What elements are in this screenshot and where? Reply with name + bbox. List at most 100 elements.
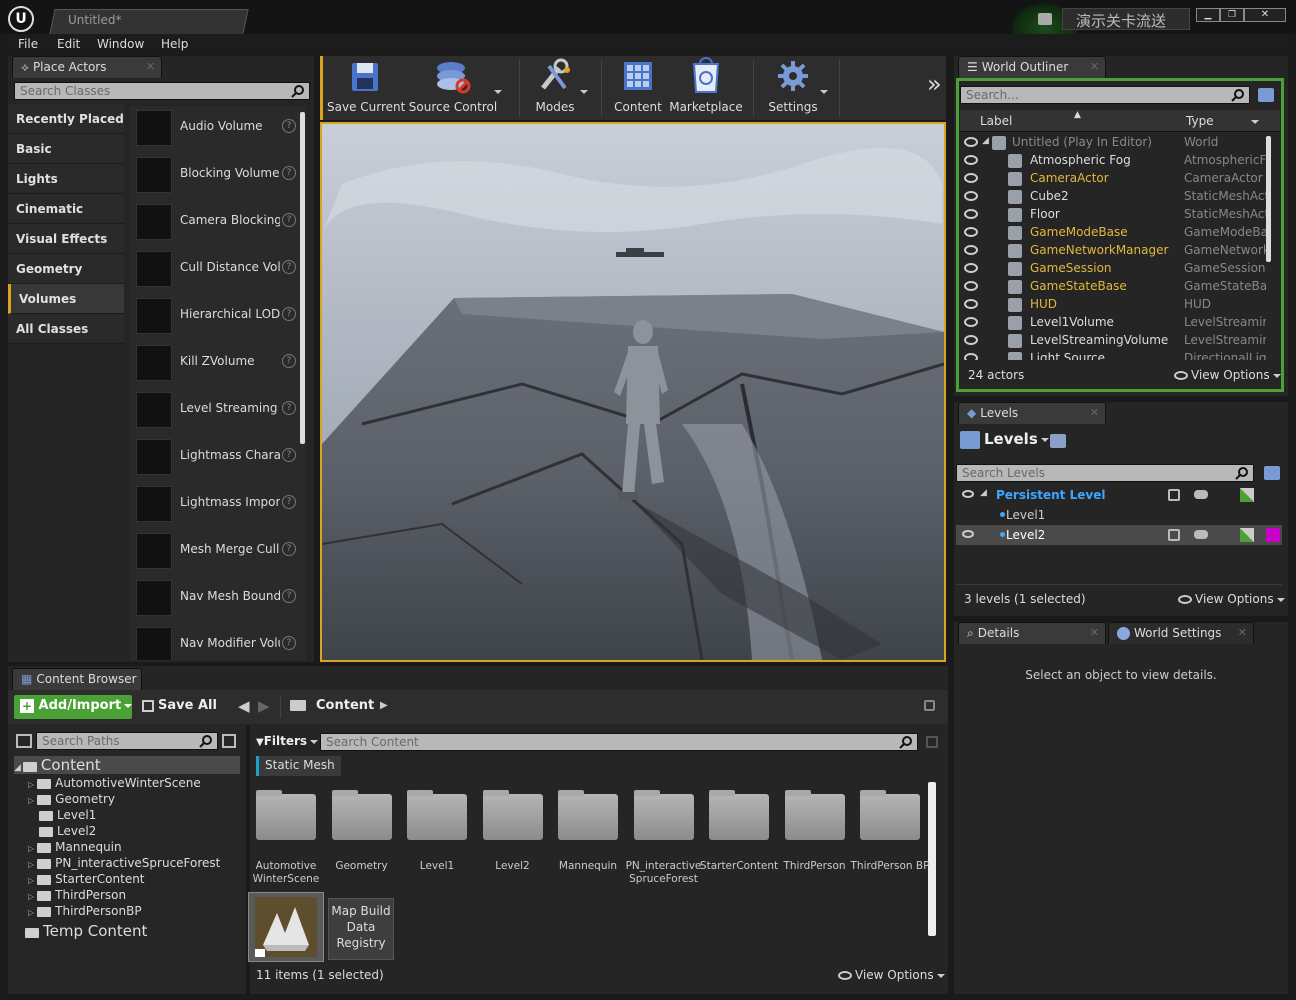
gamepad-icon[interactable] [1194, 530, 1208, 539]
path-tree-item[interactable]: ▷ ThirdPerson [28, 888, 126, 904]
outliner-scrollbar[interactable] [1266, 136, 1271, 262]
modes-button[interactable]: Modes [523, 56, 588, 118]
path-tree-item[interactable]: ▷ ThirdPersonBP [28, 904, 142, 920]
level-viewport[interactable] [320, 122, 946, 662]
breadcrumb-arrow-icon[interactable]: ▶ [380, 700, 388, 711]
save-all-button[interactable]: Save All [142, 698, 217, 713]
path-tree-item[interactable]: ◢ Content [14, 756, 240, 774]
path-tree-item[interactable]: ▷ Geometry [28, 792, 115, 808]
menu-window[interactable]: Window [97, 37, 144, 51]
expand-arrow-icon[interactable]: ▷ [28, 876, 34, 885]
path-tree-item[interactable]: Temp Content [14, 922, 147, 940]
back-arrow-icon[interactable]: ◀ [238, 697, 250, 715]
eye-icon[interactable] [964, 137, 978, 147]
close-icon[interactable]: ✕ [1238, 626, 1247, 639]
expand-arrow-icon[interactable]: ▷ [28, 892, 34, 901]
category-recently-placed[interactable]: Recently Placed [8, 104, 124, 134]
outliner-row[interactable]: GameModeBase GameModeBas [960, 224, 1266, 242]
levels-dropdown[interactable]: Levels [960, 430, 1049, 449]
color-pencil-icon[interactable] [1240, 488, 1254, 502]
help-icon[interactable]: ? [282, 260, 296, 274]
feedback-icon[interactable] [1038, 13, 1052, 25]
outliner-row[interactable]: Light Source DirectionalLigh [960, 350, 1266, 360]
chevron-down-icon[interactable] [1248, 114, 1259, 128]
outliner-search-input[interactable]: Search... [960, 86, 1250, 104]
outliner-row[interactable]: Cube2 StaticMeshActo [960, 188, 1266, 206]
path-tree-item[interactable]: ▷ Mannequin [28, 840, 122, 856]
menu-file[interactable]: File [18, 37, 38, 51]
eye-icon[interactable] [964, 299, 978, 309]
chevron-down-icon[interactable] [817, 84, 828, 98]
category-visual-effects[interactable]: Visual Effects [8, 224, 124, 254]
eye-icon[interactable] [964, 335, 978, 345]
gamepad-icon[interactable] [1194, 490, 1208, 499]
actor-class-item[interactable]: Camera Blocking? [130, 200, 298, 244]
expand-arrow-icon[interactable]: ▷ [28, 796, 34, 805]
actor-class-item[interactable]: Mesh Merge Culling? [130, 529, 298, 573]
outliner-row[interactable]: CameraActor CameraActor [960, 170, 1266, 188]
help-icon[interactable]: ? [282, 542, 296, 556]
search-paths-input[interactable]: Search Paths [36, 732, 218, 750]
levels-search-input[interactable]: Search Levels [956, 464, 1254, 482]
collapse-sources-icon[interactable] [16, 734, 32, 748]
levels-view-options[interactable]: View Options [1178, 592, 1285, 606]
outliner-row[interactable]: Floor StaticMeshActo [960, 206, 1266, 224]
actor-class-item[interactable]: Kill ZVolume? [130, 341, 298, 385]
tab-content-browser[interactable]: ▦ Content Browser [12, 668, 142, 690]
close-icon[interactable]: ✕ [146, 60, 155, 73]
chevron-down-icon[interactable] [577, 84, 588, 98]
category-all-classes[interactable]: All Classes [8, 314, 124, 344]
eye-icon[interactable] [964, 317, 978, 327]
outliner-view-options[interactable]: View Options [1174, 368, 1281, 382]
eye-icon[interactable] [964, 173, 978, 183]
level-row-level2[interactable]: Level2 [956, 525, 1282, 545]
actor-class-item[interactable]: Cull Distance Vol? [130, 247, 298, 291]
outliner-row[interactable]: ◢ Untitled (Play In Editor) World [960, 134, 1266, 152]
help-icon[interactable]: ? [282, 307, 296, 321]
content-folder-tile[interactable]: Level1 [401, 790, 473, 886]
help-icon[interactable]: ? [282, 636, 296, 650]
menu-edit[interactable]: Edit [57, 37, 80, 51]
tab-levels[interactable]: ◆ Levels ✕ [958, 402, 1106, 424]
close-icon[interactable]: ✕ [1090, 626, 1099, 639]
actor-class-item[interactable]: Audio Volume? [130, 106, 298, 150]
close-icon[interactable]: ✕ [1090, 60, 1099, 73]
chevron-down-icon[interactable] [491, 84, 502, 98]
close-icon[interactable]: ✕ [1090, 406, 1099, 419]
help-icon[interactable]: ? [282, 119, 296, 133]
path-tree-item[interactable]: ▷ StarterContent [28, 872, 145, 888]
search-content-input[interactable]: Search Content [320, 733, 918, 751]
tab-world-outliner[interactable]: ☰ World Outliner ✕ [958, 56, 1106, 78]
expand-arrow-icon[interactable]: ▷ [28, 844, 34, 853]
help-icon[interactable]: ? [282, 448, 296, 462]
expand-arrow-icon[interactable]: ▷ [28, 780, 34, 789]
add-level-icon[interactable] [1264, 466, 1280, 480]
save-search-icon[interactable] [926, 736, 938, 748]
breadcrumb[interactable]: Content [316, 698, 374, 713]
path-tree-item[interactable]: Level1 [28, 808, 96, 824]
actor-class-item[interactable]: Blocking Volume? [130, 153, 298, 197]
content-folder-tile[interactable]: StarterContent [700, 790, 778, 886]
actor-class-item[interactable]: Lightmass Chara? [130, 435, 298, 479]
close-button[interactable]: ✕ [1244, 8, 1286, 22]
content-folder-tile[interactable]: ThirdPerson [779, 790, 851, 886]
lock-icon[interactable] [1168, 489, 1180, 501]
actor-class-item[interactable]: Lightmass Impor? [130, 482, 298, 526]
help-icon[interactable]: ? [282, 589, 296, 603]
level-row-level1[interactable]: Level1 [956, 506, 1282, 524]
outliner-row[interactable]: GameSession GameSession [960, 260, 1266, 278]
eye-icon[interactable] [964, 209, 978, 219]
content-folder-tile[interactable]: PN_interactive SpruceForest [626, 790, 701, 886]
menu-help[interactable]: Help [161, 37, 188, 51]
lock-icon[interactable] [924, 700, 935, 711]
marketplace-button[interactable]: Marketplace [669, 56, 743, 118]
category-geometry[interactable]: Geometry [8, 254, 124, 284]
column-label[interactable]: Label [980, 114, 1012, 128]
outliner-row[interactable]: GameNetworkManager GameNetworkM [960, 242, 1266, 260]
level-color-swatch[interactable] [1266, 528, 1280, 542]
lock-icon[interactable] [1168, 529, 1180, 541]
asset-tile-selected[interactable] [248, 892, 324, 962]
expand-arrow-icon[interactable]: ◢ [980, 488, 987, 498]
content-folder-tile[interactable]: Mannequin [552, 790, 624, 886]
eye-icon[interactable] [964, 281, 978, 291]
